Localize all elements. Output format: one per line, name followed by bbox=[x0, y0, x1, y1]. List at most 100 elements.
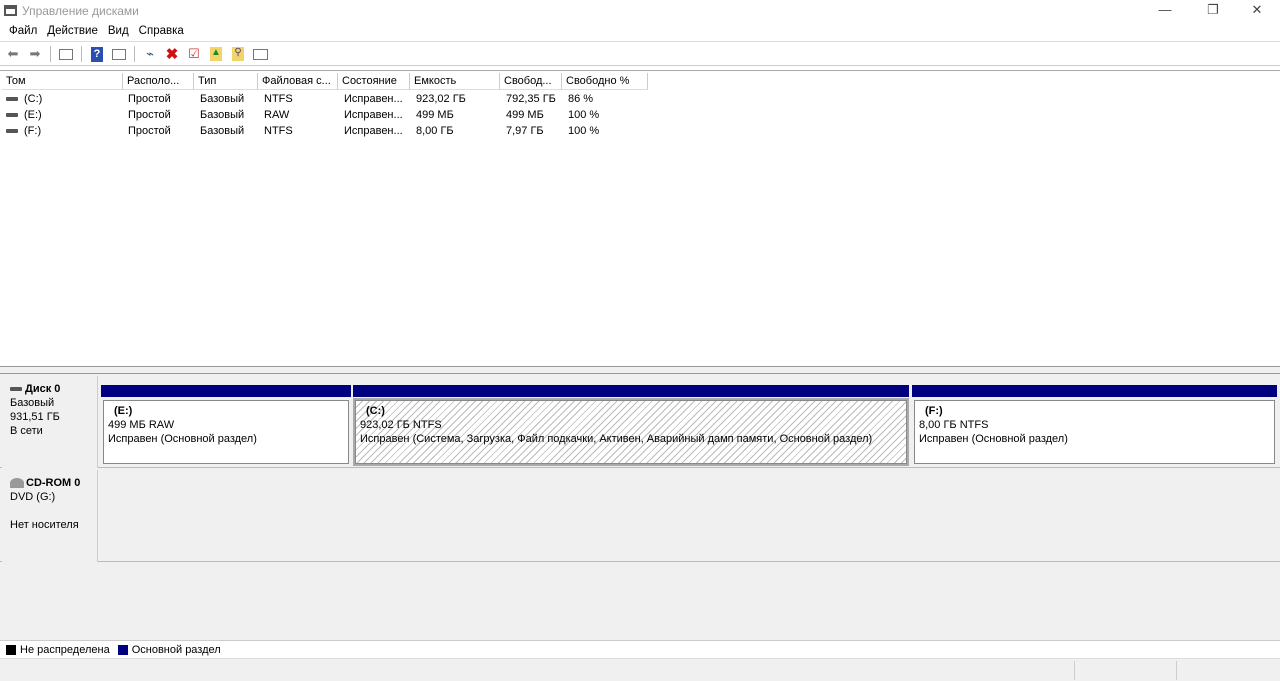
partition-color-bar bbox=[353, 385, 909, 397]
cell: 100 % bbox=[568, 125, 599, 137]
cdrom-0-row: CD-ROM 0 DVD (G:) Нет носителя bbox=[0, 470, 1280, 562]
close-button[interactable]: ✕ bbox=[1234, 0, 1280, 22]
help-icon[interactable]: ? bbox=[88, 45, 106, 63]
cell-text: 86 % bbox=[568, 93, 594, 105]
cell: 499 МБ bbox=[416, 109, 454, 121]
cell: 499 МБ bbox=[506, 109, 544, 121]
column-header-capacity[interactable]: Емкость bbox=[410, 73, 500, 90]
disk-management-icon bbox=[4, 5, 17, 16]
cell-text: Исправен... bbox=[344, 93, 403, 105]
forward-icon[interactable]: ➡ bbox=[26, 45, 44, 63]
cell: 8,00 ГБ bbox=[416, 125, 454, 137]
restore-button[interactable]: ❐ bbox=[1190, 0, 1236, 22]
cdrom-0-label[interactable]: CD-ROM 0 DVD (G:) Нет носителя bbox=[2, 470, 98, 562]
drive-icon bbox=[6, 113, 18, 118]
cell-text: Исправен... bbox=[344, 125, 403, 137]
drive-icon bbox=[6, 97, 18, 102]
disk-graph-pane: Диск 0 Базовый 931,51 ГБ В сети (E:) 499 … bbox=[0, 374, 1280, 658]
partition-c[interactable]: (C:) 923,02 ГБ NTFS Исправен (Система, Заг… bbox=[353, 385, 909, 466]
disk-status: Нет носителя bbox=[10, 519, 79, 531]
menu-help[interactable]: Справка bbox=[134, 22, 189, 40]
action-pane-icon[interactable] bbox=[110, 45, 128, 63]
drive-icon bbox=[6, 129, 18, 134]
cell: NTFS bbox=[264, 125, 293, 137]
cell: Исправен... bbox=[344, 125, 403, 137]
column-header-layout[interactable]: Располо... bbox=[123, 73, 194, 90]
cell: 100 % bbox=[568, 109, 599, 121]
cell-text: Простой bbox=[128, 125, 171, 137]
column-header-type[interactable]: Тип bbox=[194, 73, 258, 90]
partition-name: (E:) bbox=[114, 405, 133, 417]
menu-action[interactable]: Действие bbox=[42, 22, 103, 40]
cell: (E:) bbox=[6, 109, 42, 121]
menu-bar: Файл Действие Вид Справка bbox=[0, 22, 1280, 42]
connect-disk-icon[interactable]: ⌁ bbox=[141, 45, 159, 63]
folder-search-icon[interactable]: ⚲ bbox=[229, 45, 247, 63]
cdrom-icon bbox=[10, 478, 24, 489]
cell: Базовый bbox=[200, 93, 244, 105]
cell-text: 792,35 ГБ bbox=[506, 93, 556, 105]
separator bbox=[134, 46, 135, 62]
unallocated-swatch bbox=[6, 644, 16, 655]
partition-color-bar bbox=[101, 385, 351, 397]
disk-name: Диск 0 bbox=[25, 383, 61, 395]
cell-text: 7,97 ГБ bbox=[506, 125, 544, 137]
cell-text: 499 МБ bbox=[506, 109, 544, 121]
disk-name: CD-ROM 0 bbox=[26, 477, 81, 489]
column-header-free-percent[interactable]: Свободно % bbox=[562, 73, 648, 90]
separator bbox=[81, 46, 82, 62]
delete-icon[interactable]: ✖ bbox=[163, 45, 181, 63]
folder-up-icon[interactable]: ▲ bbox=[207, 45, 225, 63]
partition-status: Исправен (Основной раздел) bbox=[108, 433, 257, 445]
cell-text: 100 % bbox=[568, 109, 600, 121]
cell: NTFS bbox=[264, 93, 293, 105]
column-header-filesystem[interactable]: Файловая с... bbox=[258, 73, 338, 90]
volume-row[interactable]: (E:) Простой Базовый RAW Исправен... 499 МБ 49… bbox=[0, 108, 700, 124]
cell-text: 499 МБ bbox=[416, 109, 454, 121]
volume-list[interactable]: Том Располо... Тип Файловая с... Состоян… bbox=[0, 70, 1280, 366]
cell-text: 100 % bbox=[568, 125, 600, 137]
partition-name: (C:) bbox=[366, 405, 385, 417]
column-header-status[interactable]: Состояние bbox=[338, 73, 410, 90]
partition-name: (F:) bbox=[925, 405, 943, 417]
console-tree-icon[interactable] bbox=[57, 45, 75, 63]
partition-f[interactable]: (F:) 8,00 ГБ NTFS Исправен (Основной разде… bbox=[912, 385, 1277, 466]
cell-text: Исправен... bbox=[344, 109, 403, 121]
legend: Не распределена Основной раздел bbox=[0, 640, 1280, 658]
cell: Простой bbox=[128, 109, 171, 121]
cell: Исправен... bbox=[344, 93, 403, 105]
volume-row[interactable]: (F:) Простой Базовый NTFS Исправен... 8,00 ГБ… bbox=[0, 124, 700, 140]
legend-unallocated: Не распределена bbox=[20, 643, 110, 656]
menu-file[interactable]: Файл bbox=[4, 22, 42, 40]
column-header-free[interactable]: Свобод... bbox=[500, 73, 562, 90]
cell: 923,02 ГБ bbox=[416, 93, 466, 105]
cell-text: NTFS bbox=[264, 93, 293, 105]
separator bbox=[50, 46, 51, 62]
cell-text: Базовый bbox=[200, 93, 245, 105]
back-icon[interactable]: ⬅ bbox=[4, 45, 22, 63]
disk-type: Базовый bbox=[10, 397, 55, 409]
pane-splitter[interactable] bbox=[0, 366, 1280, 374]
disk-size: 931,51 ГБ bbox=[10, 411, 60, 423]
cell: Базовый bbox=[200, 125, 244, 137]
partition-size: 8,00 ГБ NTFS bbox=[919, 419, 989, 431]
cell-text: 923,02 ГБ bbox=[416, 93, 466, 105]
cell: 792,35 ГБ bbox=[506, 93, 556, 105]
disk-0-row: Диск 0 Базовый 931,51 ГБ В сети (E:) 499 … bbox=[0, 376, 1280, 468]
disk-0-label[interactable]: Диск 0 Базовый 931,51 ГБ В сети bbox=[2, 376, 98, 468]
disk-status: В сети bbox=[10, 425, 43, 437]
minimize-button[interactable]: — bbox=[1142, 0, 1188, 22]
volume-row[interactable]: (C:) Простой Базовый NTFS Исправен... 923,02 … bbox=[0, 92, 700, 108]
cell-text: Простой bbox=[128, 93, 171, 105]
partition-e[interactable]: (E:) 499 МБ RAW Исправен (Основной раздел) bbox=[101, 385, 351, 466]
cell-text: NTFS bbox=[264, 125, 293, 137]
settings-list-icon[interactable] bbox=[251, 45, 269, 63]
toolbar: ⬅ ➡ ? ⌁ ✖ ☑ ▲ ⚲ bbox=[0, 43, 1280, 66]
cell: (F:) bbox=[6, 125, 41, 137]
partition-status: Исправен (Система, Загрузка, Файл подкач… bbox=[360, 433, 873, 445]
cell: 86 % bbox=[568, 93, 593, 105]
menu-view[interactable]: Вид bbox=[103, 22, 134, 40]
properties-icon[interactable]: ☑ bbox=[185, 45, 203, 63]
legend-primary-partition: Основной раздел bbox=[131, 643, 221, 656]
column-header-volume[interactable]: Том bbox=[2, 73, 123, 90]
